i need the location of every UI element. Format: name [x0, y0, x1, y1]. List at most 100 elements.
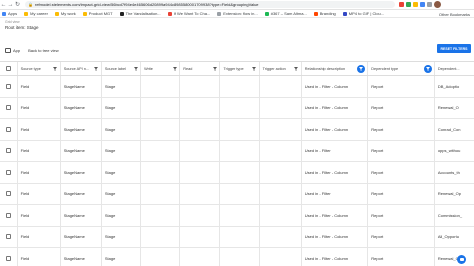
table-row[interactable]: Field StageName Stage Used in - Filter - Co…	[0, 162, 474, 184]
table-cell: Field	[18, 183, 61, 204]
filter-icon[interactable]	[53, 66, 58, 71]
filter-icon[interactable]	[212, 66, 217, 71]
app-button[interactable]: App	[5, 47, 20, 53]
column-header[interactable]: Dependent...	[435, 62, 474, 75]
column-header[interactable]: Write	[141, 62, 181, 75]
table-cell: StageName	[61, 119, 102, 140]
forward-arrow-icon[interactable]: →	[7, 1, 14, 8]
extension-icon[interactable]	[406, 2, 411, 7]
table-row[interactable]: Field StageName Stage Used in - Filter Repor…	[0, 140, 474, 162]
table-cell	[260, 162, 302, 183]
table-cell: Stage	[102, 248, 142, 266]
lock-icon: 🔒	[28, 2, 33, 7]
bookmark-item[interactable]: Branding	[313, 11, 336, 16]
extension-icon[interactable]	[399, 2, 404, 7]
filter-icon[interactable]	[172, 66, 177, 71]
table-row[interactable]: Field StageName Stage Used in - Filter Repor…	[0, 183, 474, 205]
table-cell	[220, 226, 260, 247]
column-header[interactable]: Source API n...	[61, 62, 102, 75]
row-checkbox[interactable]	[5, 105, 11, 111]
site-icon	[342, 11, 347, 16]
row-checkbox[interactable]	[5, 126, 11, 132]
bookmark-item[interactable]: MP4 to GIF | Clou...	[342, 11, 384, 16]
table-row[interactable]: Field StageName Stage Used in - Filter - Co…	[0, 226, 474, 248]
bookmark-item[interactable]: My work	[54, 11, 76, 16]
back-to-tree-link[interactable]: Back to tree view	[28, 48, 58, 53]
row-select-cell	[0, 140, 18, 161]
column-header[interactable]: Source label	[102, 62, 142, 75]
table-cell: Field	[18, 226, 61, 247]
app-header: Grid view Root item: Stage	[0, 18, 474, 40]
bookmark-item[interactable]: #367 – Sam Altma...	[264, 11, 307, 16]
row-select-cell	[0, 97, 18, 118]
row-checkbox[interactable]	[5, 169, 11, 175]
row-checkbox[interactable]	[5, 255, 11, 261]
extension-icon[interactable]	[427, 2, 432, 7]
chat-button[interactable]	[457, 255, 466, 264]
site-icon	[167, 11, 172, 16]
extension-icon[interactable]	[420, 2, 425, 7]
active-filter-icon[interactable]	[357, 64, 366, 73]
table-cell: Used in - Filter - Column	[302, 226, 369, 247]
browser-address-bar: ← → ↻ 🔒 refmodel.stelements.com/impact-g…	[0, 0, 474, 10]
bookmark-item[interactable]: Product MGT	[82, 11, 113, 16]
site-icon	[264, 11, 269, 16]
bookmark-item[interactable]: The Vandalisation...	[119, 11, 161, 16]
table-cell: Stage	[102, 226, 142, 247]
table-cell: Report	[368, 76, 435, 97]
bookmark-item[interactable]: My career	[24, 11, 48, 16]
table-row[interactable]: Field StageName Stage Used in - Filter - Co…	[0, 76, 474, 98]
table-cell	[260, 205, 302, 226]
profile-avatar[interactable]	[434, 1, 441, 8]
table-row[interactable]: Field StageName Stage Used in - Filter - Co…	[0, 205, 474, 227]
back-arrow-icon[interactable]: ←	[0, 1, 7, 8]
table-cell: StageName	[61, 140, 102, 161]
row-checkbox[interactable]	[5, 234, 11, 240]
table-cell: Stage	[102, 140, 142, 161]
extension-icon[interactable]	[413, 2, 418, 7]
table-cell: StageName	[61, 76, 102, 97]
folder-icon	[82, 11, 87, 16]
table-cell	[260, 248, 302, 266]
row-checkbox[interactable]	[5, 212, 11, 218]
row-select-cell	[0, 226, 18, 247]
other-bookmarks[interactable]: Other Bookmarks	[439, 10, 470, 17]
table-cell	[180, 140, 221, 161]
select-all-checkbox[interactable]	[5, 66, 11, 71]
filter-icon[interactable]	[252, 66, 257, 71]
row-checkbox[interactable]	[5, 83, 11, 89]
table-cell: DB_Adoptio	[437, 83, 460, 89]
reload-icon[interactable]: ↻	[14, 1, 21, 8]
row-checkbox[interactable]	[5, 148, 11, 154]
toolbar: App Back to tree view	[5, 46, 59, 54]
active-filter-icon[interactable]	[423, 64, 432, 73]
table-cell	[220, 183, 260, 204]
table-cell	[180, 183, 221, 204]
filter-icon[interactable]	[94, 66, 99, 71]
table-cell: Renewal_O	[437, 105, 459, 111]
site-icon	[217, 11, 222, 16]
table-row[interactable]: Field StageName Stage Used in - Filter - Co…	[0, 119, 474, 141]
reset-filters-button[interactable]: RESET FILTERS	[437, 44, 471, 53]
column-header[interactable]: Dependent type	[368, 62, 435, 75]
table-cell	[141, 140, 181, 161]
breadcrumb[interactable]: Grid view	[5, 20, 20, 24]
table-cell: Report	[368, 140, 435, 161]
table-row[interactable]: Field StageName Stage Used in - Filter - Co…	[0, 248, 474, 266]
column-header[interactable]: Trigger action	[260, 62, 302, 75]
table-cell	[220, 162, 260, 183]
bookmark-item[interactable]: If We Want To Cha...	[167, 11, 210, 16]
filter-icon[interactable]	[294, 66, 299, 71]
column-header[interactable]: Read	[180, 62, 221, 75]
row-checkbox[interactable]	[5, 191, 11, 197]
grid-header-row: Source type Source API n... Source label…	[0, 62, 474, 76]
column-header[interactable]: Relationship description	[302, 62, 369, 75]
bookmark-item[interactable]: Extension: flow in...	[217, 11, 258, 16]
bookmark-apps[interactable]: Apps	[2, 11, 17, 16]
filter-icon[interactable]	[133, 66, 138, 71]
table-row[interactable]: Field StageName Stage Used in - Filter - Co…	[0, 97, 474, 119]
table-cell	[180, 205, 221, 226]
column-header[interactable]: Trigger type	[220, 62, 260, 75]
url-field[interactable]: 🔒 refmodel.stelements.com/impact-grid-vi…	[25, 1, 395, 8]
column-header[interactable]: Source type	[18, 62, 61, 75]
